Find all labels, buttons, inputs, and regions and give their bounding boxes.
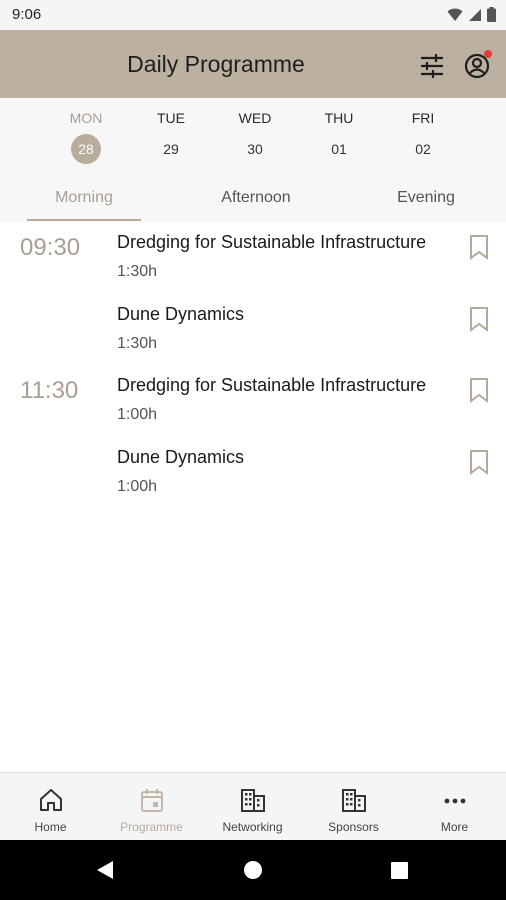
nav-label: Networking (222, 820, 283, 834)
nav-label: Home (34, 820, 67, 834)
bookmark-icon[interactable] (468, 234, 490, 260)
day-fri[interactable]: FRI 02 (393, 108, 453, 164)
bottom-nav: Home Programme Networking Sponsors More (0, 772, 506, 840)
battery-icon (487, 7, 496, 22)
status-icons (447, 7, 496, 22)
system-nav-bar (0, 840, 506, 900)
session-duration: 1:00h (117, 478, 158, 495)
session-duration: 1:00h (117, 406, 158, 423)
day-date: 01 (331, 141, 347, 157)
notification-dot (484, 50, 492, 58)
nav-home[interactable]: Home (0, 773, 101, 841)
nav-label: Programme (120, 820, 183, 834)
wifi-icon (447, 8, 463, 21)
nav-label: More (440, 820, 469, 834)
nav-more[interactable]: More (404, 773, 505, 841)
day-date: 30 (247, 141, 263, 157)
building-icon (241, 789, 265, 812)
session-item[interactable]: 11:30 Dredging for Sustainable Infrastru… (0, 365, 506, 435)
filter-icon[interactable] (418, 52, 446, 80)
calendar-icon (141, 789, 163, 812)
session-title: Dredging for Sustainable Infrastructure (117, 232, 427, 252)
signal-icon (469, 8, 481, 21)
day-date: 28 (71, 134, 101, 164)
day-name: THU (324, 110, 354, 126)
tab-afternoon[interactable]: Afternoon (196, 178, 316, 222)
profile-button[interactable] (462, 49, 494, 81)
nav-programme[interactable]: Programme (101, 773, 202, 841)
nav-label: Sponsors (328, 820, 379, 834)
tab-morning[interactable]: Morning (27, 178, 141, 222)
session-time: 09:30 (20, 234, 81, 261)
bookmark-icon[interactable] (468, 306, 490, 332)
day-date: 29 (163, 141, 179, 157)
home-icon (40, 789, 62, 811)
day-name: TUE (157, 110, 185, 126)
page-title: Daily Programme (127, 51, 305, 77)
tab-evening[interactable]: Evening (370, 178, 482, 222)
day-thu[interactable]: THU 01 (309, 108, 369, 164)
day-name: WED (238, 110, 272, 126)
session-duration: 1:30h (117, 335, 158, 352)
day-mon[interactable]: MON 28 (56, 108, 116, 164)
nav-networking[interactable]: Networking (202, 773, 303, 841)
session-title: Dune Dynamics (117, 304, 245, 324)
bookmark-icon[interactable] (468, 449, 490, 475)
app-bar: Daily Programme (0, 30, 506, 98)
session-item[interactable]: Dune Dynamics 1:00h (0, 437, 506, 507)
home-button[interactable] (244, 861, 262, 879)
tab-indicator (27, 219, 141, 221)
more-dots-icon (444, 798, 466, 804)
recents-button[interactable] (391, 862, 408, 879)
status-bar: 9:06 (0, 0, 506, 30)
bookmark-icon[interactable] (468, 377, 490, 403)
session-item[interactable]: Dune Dynamics 1:30h (0, 294, 506, 364)
period-tabs: Morning Afternoon Evening (0, 178, 506, 222)
back-icon[interactable] (96, 860, 114, 880)
day-name: MON (69, 110, 103, 126)
session-time: 11:30 (20, 377, 79, 404)
day-date: 02 (415, 141, 431, 157)
status-time: 9:06 (12, 6, 42, 23)
day-tue[interactable]: TUE 29 (141, 108, 201, 164)
nav-sponsors[interactable]: Sponsors (303, 773, 404, 841)
session-title: Dune Dynamics (117, 447, 245, 467)
session-item[interactable]: 09:30 Dredging for Sustainable Infrastru… (0, 222, 506, 292)
building-icon (342, 789, 366, 812)
day-selector: MON 28 TUE 29 WED 30 THU 01 FRI 02 (0, 98, 506, 178)
day-wed[interactable]: WED 30 (225, 108, 285, 164)
day-name: FRI (411, 110, 435, 126)
session-duration: 1:30h (117, 263, 158, 280)
session-title: Dredging for Sustainable Infrastructure (117, 375, 427, 395)
